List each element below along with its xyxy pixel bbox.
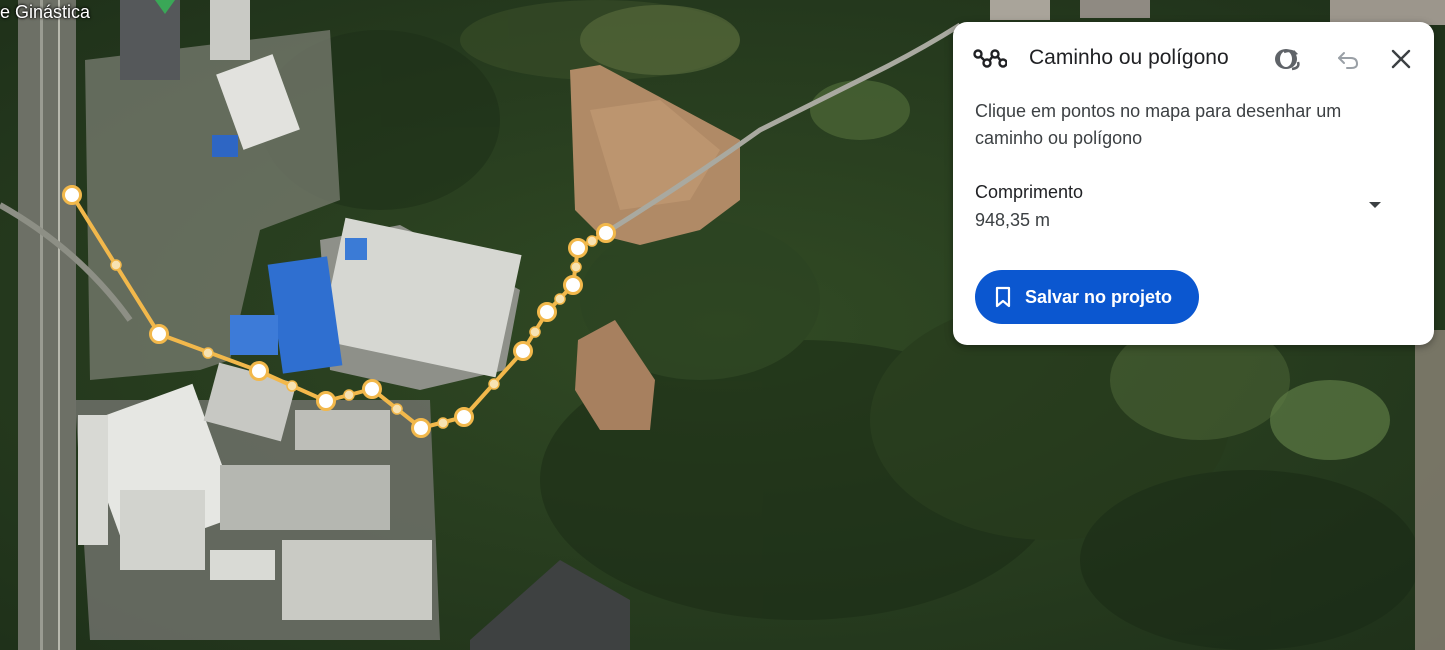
save-button-label: Salvar no projeto [1025,286,1173,307]
undo-button[interactable] [1331,42,1365,76]
dropdown-arrow-icon [1369,202,1381,208]
midpoint-handle[interactable] [110,259,122,271]
undo-icon [1338,52,1359,69]
midpoint-handle[interactable] [202,347,214,359]
vertex-handle[interactable] [411,418,431,438]
midpoint-handle[interactable] [570,261,582,273]
instructions-text: Clique em pontos no mapa para desenhar u… [975,101,1342,148]
midpoint-handle[interactable] [437,417,449,429]
map-place-label[interactable]: e Ginástica [0,2,90,23]
midpoint-handle[interactable] [586,235,598,247]
3d-rotate-icon [1275,49,1300,71]
close-button[interactable] [1384,42,1418,76]
close-icon [1391,49,1411,69]
vertex-handle[interactable] [513,341,533,361]
midpoint-handle[interactable] [488,378,500,390]
save-to-project-button[interactable]: Salvar no projeto [975,270,1199,324]
vertex-handle[interactable] [362,379,382,399]
3d-view-button[interactable] [1271,42,1305,76]
metric-label: Comprimento [975,182,1084,202]
vertex-handle[interactable] [454,407,474,427]
metric-dropdown-button[interactable] [1357,190,1393,220]
vertex-handle[interactable] [149,324,169,344]
vertex-handle[interactable] [249,361,269,381]
midpoint-handle[interactable] [529,326,541,338]
path-icon [973,49,1007,68]
vertex-handle[interactable] [537,302,557,322]
vertex-handle[interactable] [563,275,583,295]
midpoint-handle[interactable] [343,389,355,401]
vertex-handle[interactable] [62,185,82,205]
metric-value: 948,35 m [975,210,1051,230]
midpoint-handle[interactable] [286,380,298,392]
vertex-handle[interactable] [568,238,588,258]
bookmark-icon [995,286,1011,308]
midpoint-handle[interactable] [554,293,566,305]
midpoint-handle[interactable] [391,403,403,415]
panel-header: Caminho ou polígono [953,22,1434,94]
panel-title: Caminho ou polígono [1029,46,1229,69]
path-measure-panel: Caminho ou polígono Clique em pontos no … [953,22,1434,345]
vertex-handle[interactable] [596,223,616,243]
vertex-handle[interactable] [316,391,336,411]
